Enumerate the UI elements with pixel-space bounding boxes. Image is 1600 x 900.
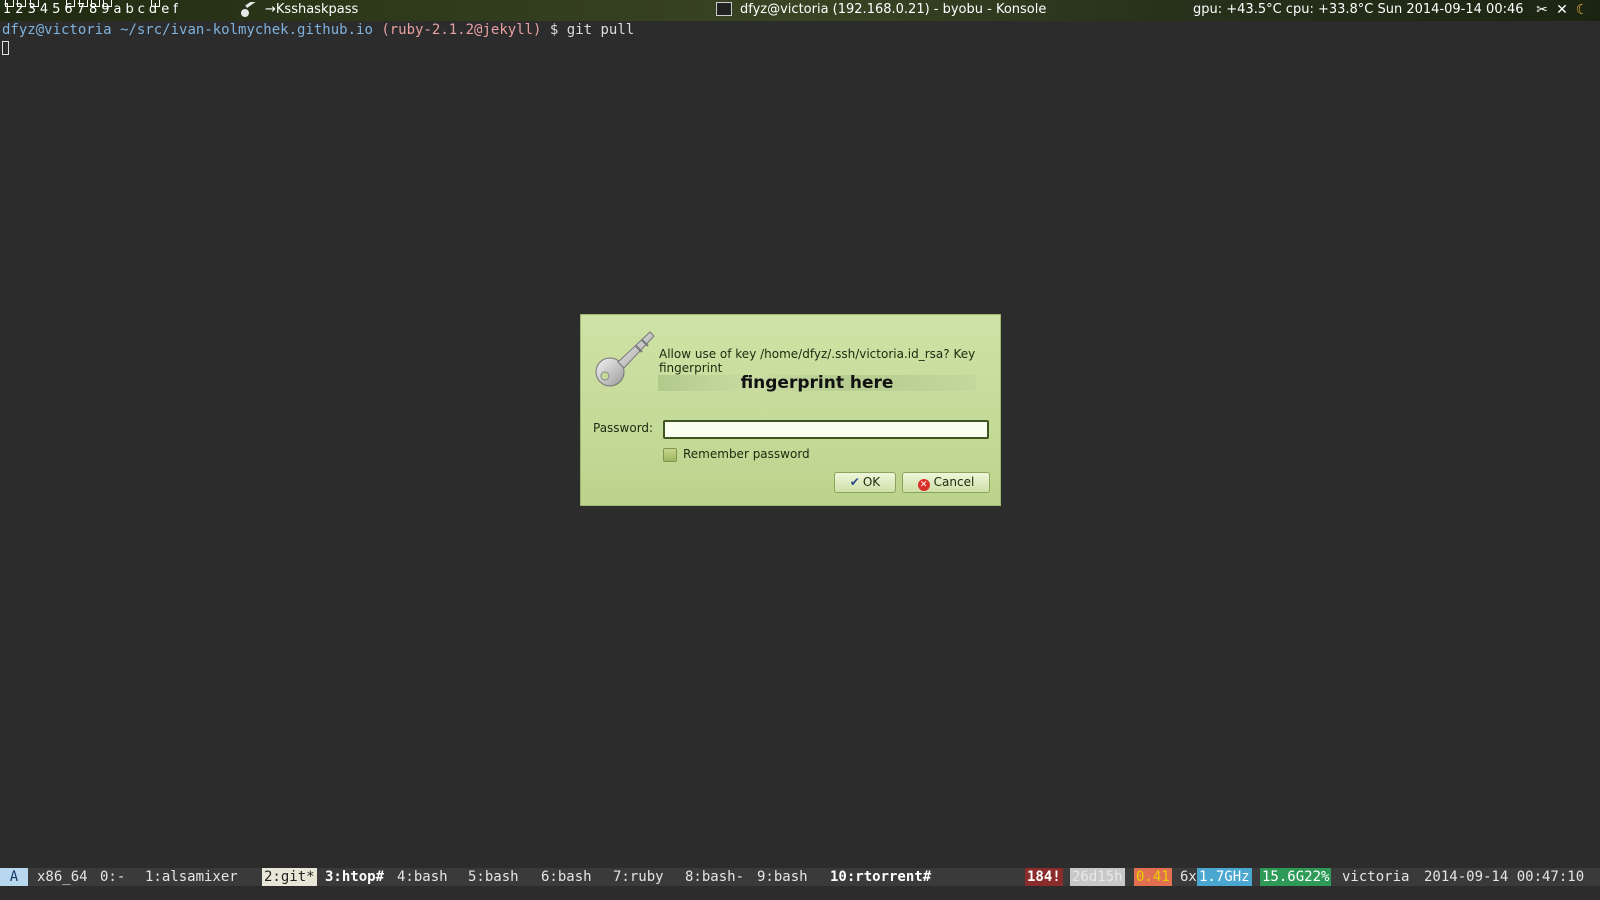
desktop-4[interactable]: 4 [40, 2, 48, 17]
check-icon: ✔ [849, 475, 860, 489]
password-input[interactable] [663, 420, 989, 439]
uptime-badge: 26d15h [1070, 868, 1125, 886]
desktop-3[interactable]: 3 [28, 0, 39, 17]
terminal-bottom-strip [0, 886, 1600, 900]
desktop-b[interactable]: b [126, 2, 134, 17]
load-badge: 0.41 [1134, 868, 1172, 886]
active-app-label[interactable]: →Ksshaskpass [265, 2, 358, 17]
desktop-d[interactable]: d [149, 0, 161, 17]
window-tab-active[interactable]: 2:git* [262, 868, 317, 886]
window-tab[interactable]: 5:bash [468, 868, 519, 886]
byobu-status-bar: A x86_64 0:- 1:alsamixer 2:git* 3:htop# … [0, 868, 1600, 886]
desktop-1[interactable]: 1 [3, 0, 15, 17]
key-icon [595, 331, 655, 387]
remember-password-checkbox[interactable]: Remember password [663, 447, 810, 462]
desktop-2[interactable]: 2 [15, 0, 27, 17]
remember-password-label: Remember password [683, 447, 810, 461]
desktop-f[interactable]: f [173, 2, 178, 17]
dialog-message: Allow use of key /home/dfyz/.ssh/victori… [659, 347, 976, 375]
checkbox-box[interactable] [663, 447, 677, 462]
password-label: Password: [593, 421, 654, 435]
cpu-freq-badge: 1.7GHz [1197, 868, 1252, 886]
desktop-9[interactable]: 9 [101, 0, 113, 17]
window-tab[interactable]: 4:bash [397, 868, 448, 886]
status-session: 0:- [100, 869, 126, 885]
updates-badge: 184! [1025, 868, 1063, 886]
ok-button[interactable]: ✔ OK [834, 472, 896, 493]
moon-icon[interactable]: ☾ [1573, 1, 1591, 19]
cancel-label: Cancel [933, 475, 975, 489]
cancel-button[interactable]: ✕ Cancel [902, 472, 990, 493]
system-tray: ✂ ✕ ☾ [1533, 1, 1600, 20]
terminal-icon [716, 2, 732, 16]
window-tab[interactable]: 1:alsamixer [145, 868, 238, 886]
desktop-6[interactable]: 6 [64, 0, 76, 17]
sensors-clock: gpu: +43.5°C cpu: +33.8°C Sun 2014-09-14… [1193, 2, 1524, 17]
window-tab[interactable]: 3:htop# [325, 868, 384, 886]
fingerprint-text: fingerprint here [658, 375, 976, 392]
desktop-pager: 123456789abcdef [3, 0, 182, 17]
status-host: victoria [1342, 869, 1410, 885]
desktop-a[interactable]: a [114, 2, 122, 17]
prompt-command: $ git pull [549, 22, 635, 38]
prompt-line: dfyz@victoria ~/src/ivan-kolmychek.githu… [2, 22, 634, 39]
status-datetime: 2014-09-14 00:47:10 [1424, 869, 1585, 885]
cancel-icon: ✕ [917, 479, 930, 491]
window-tab[interactable]: 8:bash- [685, 868, 744, 886]
ksshaskpass-dialog: Allow use of key /home/dfyz/.ssh/victori… [580, 314, 1001, 506]
terminal-cursor [2, 41, 9, 55]
top-panel: 123456789abcdef →Ksshaskpass dfyz@victor… [0, 0, 1600, 21]
window-title[interactable]: dfyz@victoria (192.168.0.21) - byobu - K… [740, 2, 1046, 17]
key-icon [241, 2, 257, 17]
prompt-path: ~/src/ivan-kolmychek.github.io [120, 22, 373, 38]
desktop-8[interactable]: 8 [89, 0, 101, 17]
byobu-logo: A [0, 868, 28, 886]
cpu-count: 6x [1180, 869, 1197, 885]
window-tab[interactable]: 9:bash [757, 868, 808, 886]
network-icon[interactable]: ✂ [1533, 1, 1551, 19]
window-tab[interactable]: 6:bash [541, 868, 592, 886]
ok-label: OK [862, 475, 881, 489]
prompt-ruby: (ruby-2.1.2@jekyll) [381, 22, 542, 38]
prompt-user: dfyz@victoria [2, 22, 112, 38]
status-arch: x86_64 [37, 869, 88, 885]
window-tab[interactable]: 10:rtorrent# [830, 868, 931, 886]
window-tab[interactable]: 7:ruby [613, 868, 664, 886]
memory-badge: 15.6G22% [1260, 868, 1332, 886]
desktop-5[interactable]: 5 [52, 2, 60, 17]
desktop-e[interactable]: e [161, 2, 169, 17]
desktop-c[interactable]: c [138, 2, 145, 17]
desktop-7[interactable]: 7 [77, 0, 89, 17]
bluetooth-icon[interactable]: ✕ [1553, 1, 1571, 19]
